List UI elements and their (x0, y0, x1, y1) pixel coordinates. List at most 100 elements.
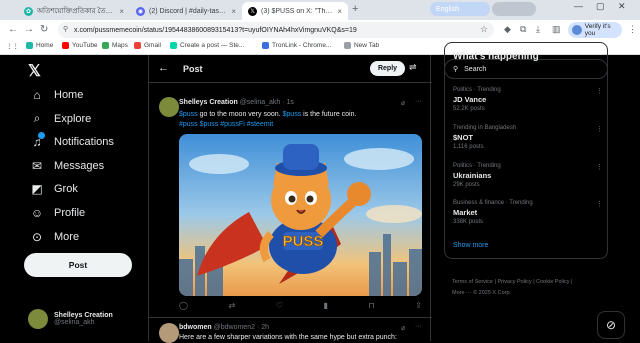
gpt-icon: ✿ (24, 6, 33, 16)
more-icon[interactable]: ⋮ (596, 87, 603, 95)
back-icon[interactable]: ← (8, 24, 18, 35)
trend-meta: Politics · Trending (453, 163, 501, 169)
url-field[interactable]: ⚲ x.com/pussmemecoin/status/195448386008… (58, 22, 494, 38)
apps-icon[interactable]: ⋮⋮ (6, 42, 19, 50)
bookmark-star-icon[interactable]: ☆ (480, 24, 488, 35)
maps-icon (102, 42, 109, 49)
tweet-author[interactable]: Shelleys Creation @selina_akh · 1s (179, 99, 294, 106)
forward-icon[interactable]: → (24, 24, 34, 35)
sidebar-item-label: Messages (54, 160, 105, 172)
puzzle-icon[interactable]: ⧉ (520, 24, 526, 35)
browser-tab-3[interactable]: 𝕏 (3) $PUSS on X: "The secret's o... × (242, 2, 348, 20)
trend-title: Ukrainians (453, 171, 492, 180)
tronlink-icon (262, 42, 269, 49)
maximize-icon[interactable]: ▢ (596, 1, 605, 12)
sliders-icon[interactable]: ⇌ (409, 62, 417, 73)
more-icon[interactable]: ··· (415, 323, 422, 330)
trend-item[interactable]: Politics · Trending Ukrainians 29K posts… (453, 163, 603, 188)
home-bookmark-icon (26, 42, 33, 49)
extension-icon[interactable]: ◆ (504, 24, 511, 35)
grok-chat-button[interactable]: ⊘ (597, 311, 625, 339)
hashtag-links[interactable]: #puss $puss #pussFi #steemit (179, 121, 273, 128)
avatar[interactable] (159, 323, 179, 343)
language-pill[interactable]: English (430, 2, 490, 16)
sidebar-item-home[interactable]: ⌂ Home (30, 88, 83, 102)
bookmark-steemit[interactable]: Create a post — Ste... (170, 42, 244, 49)
trend-item[interactable]: Business & finance · Trending Market 338… (453, 200, 603, 225)
language-label: English (436, 5, 459, 13)
more-icon[interactable]: ··· (415, 98, 422, 105)
bookmark-label: TronLink - Chrome... (272, 42, 332, 49)
bookmark-icon[interactable]: ⊓ (368, 301, 374, 310)
bookmark-gmail[interactable]: Gmail (134, 42, 161, 49)
author-name: bdwomen (179, 324, 212, 331)
browser-tab-bar: ✿ অতিশয়োক্তিপ্রতিকার তৈরি ব... × ◉ (2) … (0, 0, 640, 20)
views-icon[interactable]: ▮ (324, 301, 328, 310)
more-icon[interactable]: ⋮ (596, 200, 603, 208)
menu-icon[interactable]: ⋮ (628, 24, 637, 35)
verify-button[interactable]: Verify it's you (568, 22, 622, 38)
retweet-icon[interactable]: ⇄ (229, 301, 236, 310)
bookmark-tronlink[interactable]: TronLink - Chrome... (262, 42, 331, 49)
sidebar-item-notifications[interactable]: ♫ Notifications (30, 132, 114, 149)
reply-icon[interactable]: ◯ (179, 301, 188, 310)
browser-tab-2[interactable]: ◉ (2) Discord | #daily-tasks | আম... × (130, 2, 242, 20)
verify-label: Verify it's you (584, 23, 611, 37)
extension-pill[interactable] (492, 2, 536, 16)
reply-author[interactable]: bdwomen @bdwomen2 · 2h (179, 324, 269, 331)
close-icon[interactable]: × (119, 7, 124, 16)
back-arrow-icon[interactable]: ← (158, 62, 169, 74)
post-button[interactable]: Post (24, 253, 132, 277)
author-handle: @bdwomen2 · 2h (213, 324, 269, 331)
puss-chest-label: PUSS (283, 233, 324, 250)
trend-item[interactable]: Politics · Trending JD Vance 52.2K posts… (453, 87, 603, 112)
more-icon[interactable]: ⋮ (596, 125, 603, 133)
bookmark-label: Create a post — Ste... (180, 42, 245, 49)
browser-tab-1[interactable]: ✿ অতিশয়োক্তিপ্রতিকার তৈরি ব... × (18, 2, 130, 20)
grok-icon[interactable]: ⌀ (401, 99, 405, 107)
close-icon[interactable]: × (231, 7, 236, 16)
like-icon[interactable]: ♡ (276, 301, 283, 310)
new-tab-button[interactable]: + (352, 3, 358, 15)
close-window-icon[interactable]: ✕ (618, 1, 626, 12)
cashtag-link[interactable]: $puss (283, 111, 302, 118)
x-logo-icon[interactable]: 𝕏 (28, 61, 41, 81)
sidebar-item-grok[interactable]: ◩ Grok (30, 182, 78, 196)
bookmark-home[interactable]: Home (26, 42, 53, 49)
reply-text: Here are a few sharper variations with t… (179, 334, 397, 341)
account-switcher[interactable]: Shelleys Creation @selina_akh (28, 309, 113, 329)
home-icon: ⌂ (33, 88, 41, 102)
sidepanel-icon[interactable]: ▥ (552, 24, 561, 35)
cashtag-link[interactable]: $puss (179, 111, 198, 118)
sidebar-item-more[interactable]: ⊙ More (30, 230, 79, 244)
minimize-icon[interactable]: — (574, 1, 583, 11)
bookmark-youtube[interactable]: YouTube (62, 42, 98, 49)
tweet-image[interactable]: PUSS (179, 134, 422, 296)
address-bar-row: ← → ↻ ⚲ x.com/pussmemecoin/status/195448… (0, 20, 640, 40)
grok-icon[interactable]: ⌀ (401, 324, 405, 332)
sidebar-item-messages[interactable]: ✉ Messages (30, 159, 104, 173)
footer-links[interactable]: Terms of Service | Privacy Policy | Cook… (452, 279, 572, 285)
download-icon[interactable]: ⤓ (536, 24, 540, 35)
trend-meta: Politics · Trending (453, 87, 501, 93)
reload-icon[interactable]: ↻ (40, 24, 48, 35)
close-icon[interactable]: × (337, 7, 342, 16)
tab-title: (2) Discord | #daily-tasks | আম... (149, 8, 227, 15)
person-icon: ☺ (30, 206, 44, 220)
page-title: Post (183, 64, 203, 74)
share-icon[interactable]: ⇪ (415, 301, 422, 310)
more-icon[interactable]: ⋮ (596, 163, 603, 171)
trend-item[interactable]: Trending in Bangladesh $NOT 1,116 posts … (453, 125, 603, 150)
avatar[interactable] (159, 97, 179, 117)
bookmark-newtab[interactable]: New Tab (344, 42, 379, 49)
sidebar-item-explore[interactable]: ⌕ Explore (30, 111, 92, 126)
reply-button[interactable]: Reply (370, 61, 405, 76)
bookmark-label: YouTube (72, 42, 98, 49)
envelope-icon: ✉ (31, 159, 43, 173)
trend-meta: Business & finance · Trending (453, 200, 533, 206)
show-more-link[interactable]: Show more (453, 242, 488, 249)
sidebar-item-label: Explore (54, 112, 92, 125)
bookmark-maps[interactable]: Maps (102, 42, 128, 49)
sidebar-item-label: More (54, 231, 80, 243)
sidebar-item-profile[interactable]: ☺ Profile (30, 206, 85, 220)
